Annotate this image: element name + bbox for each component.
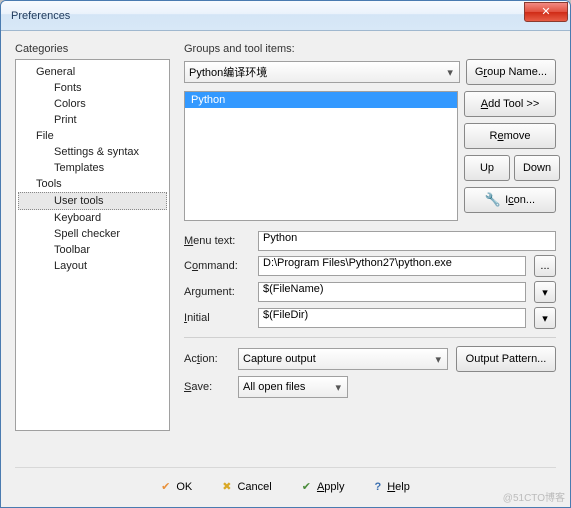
main-area: Categories GeneralFontsColorsPrintFileSe…: [15, 43, 556, 461]
save-combo[interactable]: All open files: [238, 376, 348, 398]
tree-item-spell-checker[interactable]: Spell checker: [18, 226, 167, 242]
footer: ✔OK ✖Cancel ✔Apply ?Help: [15, 467, 556, 499]
command-input[interactable]: D:\Program Files\Python27\python.exe: [258, 256, 526, 276]
argument-label: Argument:: [184, 286, 250, 298]
apply-icon: ✔: [302, 480, 311, 493]
tree-item-file[interactable]: File: [18, 128, 167, 144]
cancel-icon: ✖: [222, 480, 231, 493]
tree-item-templates[interactable]: Templates: [18, 160, 167, 176]
action-label: Action:: [184, 353, 230, 365]
tools-listbox[interactable]: Python: [184, 91, 458, 221]
down-button[interactable]: Down: [514, 155, 560, 181]
tree-item-colors[interactable]: Colors: [18, 96, 167, 112]
menu-text-label: Menu text:: [184, 235, 250, 247]
output-pattern-button[interactable]: Output Pattern...: [456, 346, 556, 372]
groups-label: Groups and tool items:: [184, 43, 556, 55]
help-icon: ?: [374, 481, 381, 493]
menu-text-input[interactable]: Python: [258, 231, 556, 251]
argument-menu-button[interactable]: ▾: [534, 281, 556, 303]
icon-button[interactable]: 🔧Icon...: [464, 187, 556, 213]
tree-item-settings-syntax[interactable]: Settings & syntax: [18, 144, 167, 160]
initial-menu-button[interactable]: ▾: [534, 307, 556, 329]
initial-input[interactable]: $(FileDir): [258, 308, 526, 328]
divider: [184, 337, 556, 338]
apply-button[interactable]: ✔Apply: [302, 480, 345, 493]
tree-item-user-tools[interactable]: User tools: [18, 192, 167, 210]
command-label: Command:: [184, 260, 250, 272]
form-grid: Menu text: Python Command: D:\Program Fi…: [184, 231, 556, 402]
argument-input[interactable]: $(FileName): [258, 282, 526, 302]
categories-panel: Categories GeneralFontsColorsPrintFileSe…: [15, 43, 170, 461]
action-combo[interactable]: Capture output: [238, 348, 448, 370]
wrench-icon: 🔧: [485, 192, 501, 208]
tree-item-layout[interactable]: Layout: [18, 258, 167, 274]
window-body: Categories GeneralFontsColorsPrintFileSe…: [1, 31, 570, 507]
categories-label: Categories: [15, 43, 170, 55]
group-combo[interactable]: Python编译环境: [184, 61, 460, 83]
tools-list-row: Python Add Tool >> Remove Up Down 🔧Icon.…: [184, 91, 556, 221]
tool-side-buttons: Add Tool >> Remove Up Down 🔧Icon...: [464, 91, 556, 221]
help-button[interactable]: ?Help: [374, 480, 409, 493]
add-tool-button[interactable]: Add Tool >>: [464, 91, 556, 117]
close-icon: ✕: [541, 5, 550, 18]
tree-item-toolbar[interactable]: Toolbar: [18, 242, 167, 258]
tree-item-print[interactable]: Print: [18, 112, 167, 128]
categories-tree[interactable]: GeneralFontsColorsPrintFileSettings & sy…: [15, 59, 170, 431]
tree-item-keyboard[interactable]: Keyboard: [18, 210, 167, 226]
list-item[interactable]: Python: [185, 92, 457, 108]
settings-panel: Groups and tool items: Python编译环境 Group …: [184, 43, 556, 461]
tree-item-tools[interactable]: Tools: [18, 176, 167, 192]
titlebar: Preferences ✕: [1, 1, 570, 31]
cancel-button[interactable]: ✖Cancel: [222, 480, 271, 493]
group-name-button[interactable]: Group Name...: [466, 59, 556, 85]
watermark: @51CTO博客: [503, 489, 565, 504]
check-icon: ✔: [161, 480, 170, 493]
up-button[interactable]: Up: [464, 155, 510, 181]
save-label: Save:: [184, 381, 230, 393]
window-title: Preferences: [11, 10, 70, 22]
initial-label: Initial: [184, 312, 250, 324]
command-browse-button[interactable]: ...: [534, 255, 556, 277]
remove-button[interactable]: Remove: [464, 123, 556, 149]
tree-item-fonts[interactable]: Fonts: [18, 80, 167, 96]
close-button[interactable]: ✕: [524, 2, 568, 22]
preferences-window: Preferences ✕ Categories GeneralFontsCol…: [0, 0, 571, 508]
group-selector-row: Python编译环境 Group Name...: [184, 59, 556, 85]
tree-item-general[interactable]: General: [18, 64, 167, 80]
ok-button[interactable]: ✔OK: [161, 480, 192, 493]
